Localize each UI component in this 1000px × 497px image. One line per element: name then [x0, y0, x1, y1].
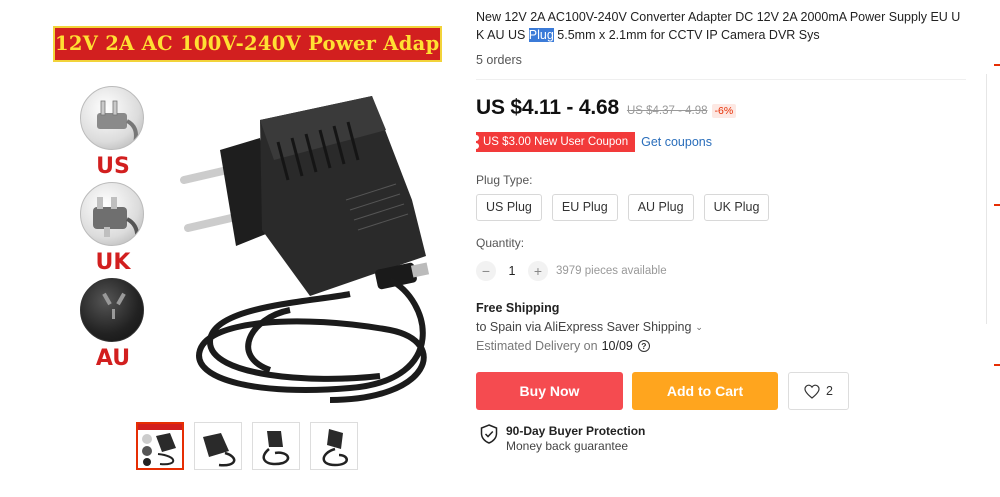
- new-user-coupon[interactable]: US $3.00 New User Coupon: [472, 132, 636, 152]
- thumbnail-3-image: [262, 431, 290, 466]
- shipping-title: Free Shipping: [476, 301, 560, 315]
- quantity-minus-button[interactable]: −: [476, 261, 496, 281]
- product-title: New 12V 2A AC100V-240V Converter Adapter…: [476, 8, 968, 44]
- plug-option-au[interactable]: AU Plug: [627, 194, 694, 221]
- thumbnail[interactable]: [194, 422, 242, 470]
- get-coupons-link[interactable]: Get coupons: [641, 135, 712, 149]
- au-plug-icon: [80, 278, 144, 342]
- plug-type-label: Plug Type:: [476, 173, 533, 187]
- thumbnail-1-image: [138, 424, 182, 466]
- help-icon[interactable]: ?: [637, 340, 650, 352]
- divider: [476, 79, 966, 80]
- original-price: US $4.37 - 4.98: [626, 105, 708, 117]
- side-panel-edge: [986, 0, 1000, 497]
- chevron-down-icon[interactable]: ⌄: [695, 322, 703, 333]
- plug-option-us[interactable]: US Plug: [476, 194, 542, 221]
- shipping-method[interactable]: to Spain via AliExpress Saver Shipping ⌄: [476, 320, 976, 334]
- protection-title: 90-Day Buyer Protection: [506, 424, 646, 438]
- quantity-value[interactable]: 1: [496, 264, 528, 278]
- thumbnail-strip: [136, 422, 376, 470]
- heart-icon: [804, 384, 820, 399]
- us-plug-badge: US: [80, 86, 146, 180]
- uk-label: UK: [95, 250, 131, 275]
- us-label: US: [96, 154, 130, 179]
- current-price: US $4.11 - 4.68: [476, 96, 619, 119]
- uk-plug-badge: UK: [80, 182, 146, 276]
- estimated-delivery: Estimated Delivery on 10/09 ?: [476, 339, 976, 353]
- action-buttons: Buy Now Add to Cart 2: [476, 372, 976, 410]
- plug-type-options: US Plug EU Plug AU Plug UK Plug: [476, 194, 976, 221]
- protection-text: 90-Day Buyer Protection Money back guara…: [506, 424, 645, 454]
- protection-subtitle: Money back guarantee: [506, 439, 629, 453]
- au-plug-badge: AU: [80, 278, 146, 372]
- quantity-label: Quantity:: [476, 236, 525, 250]
- thumbnail-4-image: [322, 429, 348, 467]
- thumbnail[interactable]: [136, 422, 184, 470]
- title-text-end: 5.5mm x 2.1mm for CCTV IP Camera DVR Sys: [553, 28, 820, 42]
- delivery-label: Estimated Delivery on: [476, 339, 598, 353]
- shipping-method-text: to Spain via AliExpress Saver Shipping: [476, 320, 692, 334]
- product-info-panel: New 12V 2A AC100V-240V Converter Adapter…: [472, 8, 976, 454]
- thumbnail[interactable]: [252, 422, 300, 470]
- edge-marker: [994, 204, 1000, 206]
- buyer-protection: 90-Day Buyer Protection Money back guara…: [480, 424, 976, 454]
- wishlist-count: 2: [826, 384, 833, 398]
- quantity-plus-button[interactable]: +: [528, 261, 548, 281]
- thumbnail-2-image: [203, 433, 236, 467]
- au-label: AU: [95, 346, 131, 371]
- edge-marker: [994, 364, 1000, 366]
- main-product-image[interactable]: US UK AU: [50, 70, 450, 420]
- product-gallery: 12V 2A AC 100V-240V Power Adapter US UK …: [50, 22, 450, 477]
- power-adapter-illustration: [180, 96, 430, 403]
- add-to-cart-button[interactable]: Add to Cart: [632, 372, 778, 410]
- title-highlight: Plug: [528, 28, 554, 42]
- divider: [986, 74, 987, 324]
- image-banner: 12V 2A AC 100V-240V Power Adapter: [53, 26, 442, 62]
- order-count: 5 orders: [476, 53, 522, 67]
- plug-option-eu[interactable]: EU Plug: [551, 194, 618, 221]
- uk-plug-icon: [80, 182, 144, 246]
- delivery-date: 10/09: [601, 339, 633, 353]
- quantity-stepper: − 1 + 3979 pieces available: [476, 261, 976, 281]
- thumbnail[interactable]: [310, 422, 358, 470]
- wishlist-button[interactable]: 2: [788, 372, 849, 410]
- shield-check-icon: [480, 424, 498, 444]
- coupon-row: US $3.00 New User Coupon Get coupons: [472, 132, 976, 152]
- buy-now-button[interactable]: Buy Now: [476, 372, 623, 410]
- price-row: US $4.11 - 4.68 US $4.37 - 4.98 -6%: [476, 96, 976, 120]
- us-plug-icon: [80, 86, 144, 150]
- plug-option-uk[interactable]: UK Plug: [703, 194, 770, 221]
- edge-marker: [994, 64, 1000, 66]
- discount-badge: -6%: [711, 104, 737, 118]
- stock-available: 3979 pieces available: [556, 265, 667, 277]
